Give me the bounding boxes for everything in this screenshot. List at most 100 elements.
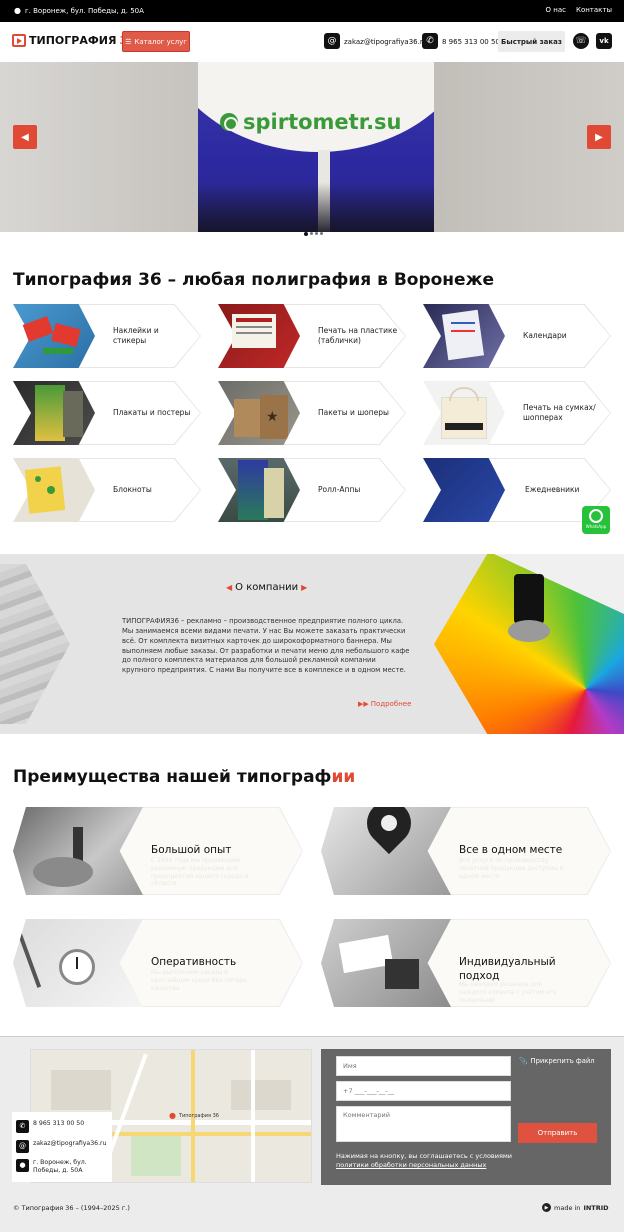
advantages-title-accent: ии bbox=[331, 767, 356, 787]
play-icon: ▶ bbox=[542, 1203, 551, 1212]
attach-label: Прикрепить файл bbox=[530, 1057, 595, 1065]
advantage-experience: Большой опыт С 1994 года мы производим р… bbox=[13, 807, 303, 895]
made-in-intrid[interactable]: ▶ made in INTRID bbox=[542, 1203, 609, 1212]
map-marker-label: Типография 36 bbox=[178, 1112, 219, 1119]
logo[interactable]: ТИПОГРАФИЯ36 bbox=[12, 34, 135, 47]
product-card-stickers[interactable]: Наклейки и стикеры bbox=[13, 304, 201, 368]
paper-samples-image bbox=[0, 564, 70, 724]
product-label: Календари bbox=[523, 331, 567, 341]
advantage-text: Все услуги по производству печатной прод… bbox=[459, 857, 564, 880]
catalog-label: Каталог услуг bbox=[134, 37, 187, 46]
attach-file-button[interactable]: 📎 Прикрепить файл bbox=[519, 1057, 595, 1065]
stickers-image bbox=[13, 304, 95, 368]
intrid-brand: INTRID bbox=[583, 1203, 609, 1212]
comment-input[interactable] bbox=[336, 1106, 511, 1142]
map-pin-icon: ● bbox=[169, 1111, 176, 1120]
menu-icon: ☰ bbox=[125, 37, 132, 46]
product-label: Печать на пластике (таблички) bbox=[318, 326, 398, 345]
whatsapp-icon[interactable]: ☏ bbox=[573, 33, 589, 49]
product-label: Наклейки и стикеры bbox=[113, 326, 159, 345]
name-input[interactable] bbox=[336, 1056, 511, 1076]
slider-dot[interactable] bbox=[315, 232, 318, 235]
contact-email-text: zakaz@tipografiya36.ru bbox=[33, 1140, 107, 1147]
email-icon: @ bbox=[324, 33, 340, 49]
privacy-agreement: Нажимая на кнопку, вы соглашаетесь с усл… bbox=[336, 1152, 526, 1171]
product-card-tote-bags[interactable]: Печать на сумках/ шопперах bbox=[423, 381, 611, 445]
product-card-roll-ups[interactable]: Ролл-Аппы bbox=[218, 458, 406, 522]
triangle-right-icon: ▶ bbox=[301, 583, 308, 592]
product-label: Плакаты и постеры bbox=[113, 408, 191, 418]
email-icon: @ bbox=[16, 1140, 29, 1153]
product-label: Пакеты и шоперы bbox=[318, 408, 389, 418]
more-link[interactable]: ▶▶ Подробнее bbox=[358, 700, 411, 708]
slide-brand-text: spirtometr.su bbox=[243, 110, 402, 134]
map-marker[interactable]: ● Типография 36 bbox=[169, 1111, 219, 1120]
whatsapp-float-button[interactable]: WhatsApp bbox=[582, 506, 610, 534]
notebooks-image bbox=[13, 458, 95, 522]
copyright: © Типография 36 – (1994–2025 г.) bbox=[13, 1204, 130, 1212]
loupe-image bbox=[514, 574, 544, 624]
address-text: г. Воронеж, бул. Победы, д. 50А bbox=[24, 6, 144, 15]
contact-phone[interactable]: ✆ 8 965 313 00 50 bbox=[16, 1120, 84, 1133]
double-arrow-icon: ▶▶ bbox=[358, 700, 369, 708]
slider-dots bbox=[304, 232, 323, 236]
about-title-text: О компании bbox=[235, 582, 299, 593]
contact-phone-text: 8 965 313 00 50 bbox=[33, 1120, 85, 1127]
arrow-right-icon: ▶ bbox=[595, 131, 603, 143]
roll-ups-image bbox=[218, 458, 300, 522]
diaries-image bbox=[423, 458, 505, 522]
contact-address: ● г. Воронеж, бул. Победы, д. 50А bbox=[16, 1159, 93, 1176]
contact-email[interactable]: @ zakaz@tipografiya36.ru bbox=[16, 1140, 107, 1153]
globe-icon bbox=[220, 113, 238, 131]
made-in-text: made in bbox=[554, 1203, 581, 1212]
submit-button[interactable]: Отправить bbox=[518, 1123, 597, 1143]
logo-play-icon bbox=[12, 34, 26, 47]
top-address: ● г. Воронеж, бул. Победы, д. 50А bbox=[14, 6, 144, 15]
triangle-left-icon: ◀ bbox=[226, 583, 233, 592]
nav-contacts-link[interactable]: Контакты bbox=[576, 6, 612, 14]
quick-order-button[interactable]: Быстрый заказ bbox=[498, 31, 565, 52]
advantage-text: Мы выполняем заказы в кратчайшие сроки б… bbox=[151, 969, 247, 992]
arrow-left-icon: ◀ bbox=[21, 131, 29, 143]
agree-text: Нажимая на кнопку, вы соглашаетесь с усл… bbox=[336, 1152, 513, 1160]
slider-prev-button[interactable]: ◀ bbox=[13, 125, 37, 149]
nav-about-link[interactable]: О нас bbox=[546, 6, 566, 14]
product-card-calendars[interactable]: Календари bbox=[423, 304, 611, 368]
location-pin-icon: ● bbox=[14, 6, 21, 15]
privacy-policy-link[interactable]: политики обработки персональных данных bbox=[336, 1161, 486, 1169]
product-card-bags[interactable]: ★ Пакеты и шоперы bbox=[218, 381, 406, 445]
advantages-title: Преимущества нашей типографии bbox=[13, 767, 355, 787]
product-card-notebooks[interactable]: Блокноты bbox=[13, 458, 201, 522]
advantage-text: С 1994 года мы производим рекламную прод… bbox=[151, 857, 249, 885]
slider-next-button[interactable]: ▶ bbox=[587, 125, 611, 149]
page-title: Типография 36 – любая полиграфия в Ворон… bbox=[13, 270, 495, 290]
logo-text: ТИПОГРАФИЯ bbox=[29, 34, 117, 47]
product-card-posters[interactable]: Плакаты и постеры bbox=[13, 381, 201, 445]
more-label: Подробнее bbox=[370, 700, 412, 708]
advantage-one-place: Все в одном месте Все услуги по производ… bbox=[321, 807, 611, 895]
loupe-base bbox=[508, 620, 550, 642]
advantage-title: Большой опыт bbox=[151, 844, 232, 856]
advantage-speed: Оперативность Мы выполняем заказы в крат… bbox=[13, 919, 303, 1007]
phone-icon: ✆ bbox=[16, 1120, 29, 1133]
advantage-text: Мы находим решение для каждого клиента с… bbox=[459, 981, 557, 1004]
hero-slider: spirtometr.su bbox=[0, 62, 624, 232]
header-email-link[interactable]: zakaz@tipografiya36.ru bbox=[344, 38, 427, 46]
slide-shadow bbox=[198, 182, 434, 232]
slider-dot[interactable] bbox=[304, 232, 308, 236]
advantage-title: Оперативность bbox=[151, 956, 237, 968]
vk-icon[interactable]: vk bbox=[596, 33, 612, 49]
paperclip-icon: 📎 bbox=[519, 1057, 528, 1065]
product-label: Блокноты bbox=[113, 485, 152, 495]
slider-dot[interactable] bbox=[310, 232, 313, 235]
slider-dot[interactable] bbox=[320, 232, 323, 235]
advantage-individual: Индивидуальный подход Мы находим решение… bbox=[321, 919, 611, 1007]
product-card-plastic[interactable]: Печать на пластике (таблички) bbox=[218, 304, 406, 368]
header-phone-link[interactable]: 8 965 313 00 50 bbox=[442, 38, 500, 46]
phone-input[interactable] bbox=[336, 1081, 511, 1101]
catalog-button[interactable]: ☰ Каталог услуг bbox=[122, 31, 190, 52]
whatsapp-icon bbox=[589, 509, 603, 523]
posters-image bbox=[13, 381, 95, 445]
slide-brand: spirtometr.su bbox=[220, 110, 402, 134]
whatsapp-label: WhatsApp bbox=[585, 524, 607, 529]
